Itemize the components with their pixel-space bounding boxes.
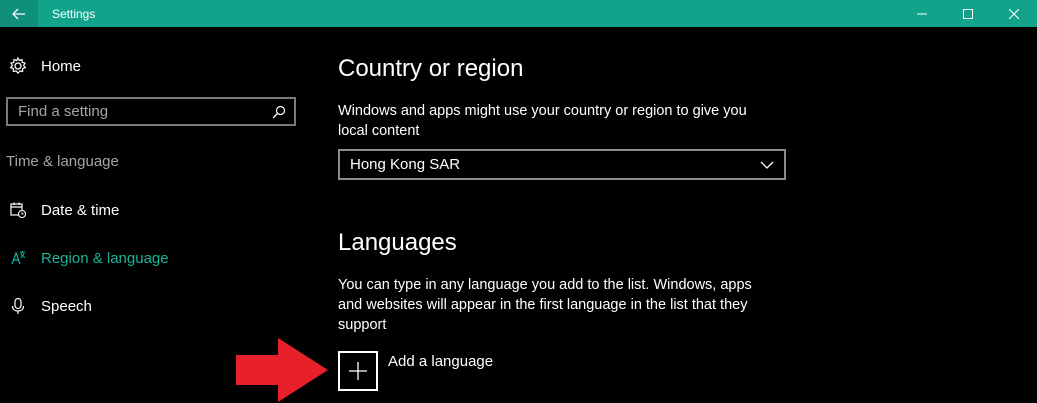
nav-home-label: Home [41, 57, 82, 75]
search-input[interactable] [18, 103, 258, 120]
add-language-label[interactable]: Add a language [388, 353, 493, 370]
close-button[interactable] [991, 0, 1037, 27]
plus-icon [349, 362, 367, 380]
maximize-button[interactable] [945, 0, 991, 27]
maximize-icon [963, 8, 973, 19]
title-bar: Settings [0, 0, 1037, 27]
minimize-icon [917, 13, 927, 14]
country-heading: Country or region [338, 55, 524, 82]
back-arrow-icon [12, 8, 25, 19]
close-icon [1009, 8, 1019, 19]
calendar-clock-icon [8, 200, 28, 220]
languages-heading: Languages [338, 229, 457, 256]
chevron-down-icon [760, 161, 774, 169]
languages-description: You can type in any language you add to … [338, 277, 752, 333]
country-dropdown[interactable]: Hong Kong SAR [338, 149, 786, 180]
nav-home[interactable]: Home [8, 54, 81, 78]
search-icon [272, 105, 286, 118]
window-title: Settings [52, 6, 96, 21]
minimize-button[interactable] [899, 0, 945, 27]
sidebar-item-region-language[interactable]: Region & language [8, 246, 169, 270]
gear-icon [8, 56, 28, 76]
country-selected-value: Hong Kong SAR [350, 156, 461, 173]
search-box[interactable] [6, 97, 296, 126]
section-label: Time & language [6, 153, 119, 170]
red-arrow-annotation [236, 338, 328, 402]
country-description: Windows and apps might use your country … [338, 103, 747, 139]
microphone-icon [8, 296, 28, 316]
add-language-button[interactable] [338, 351, 378, 391]
sidebar-item-label: Region & language [41, 249, 169, 267]
sidebar-item-label: Date & time [41, 201, 120, 219]
sidebar-item-date-time[interactable]: Date & time [8, 198, 119, 222]
sidebar-item-label: Speech [41, 297, 92, 315]
back-button[interactable] [0, 0, 38, 27]
region-language-icon [8, 248, 28, 268]
sidebar-item-speech[interactable]: Speech [8, 294, 92, 318]
